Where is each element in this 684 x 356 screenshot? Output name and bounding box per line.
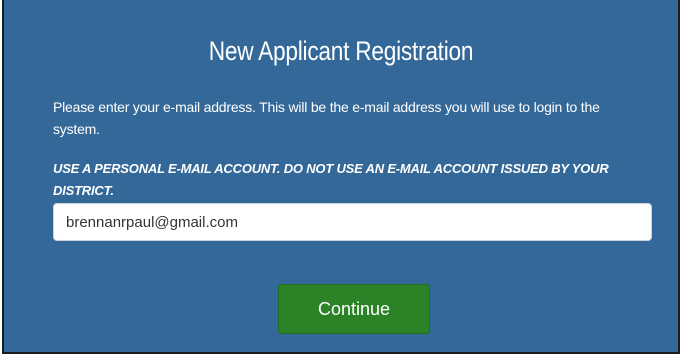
registration-panel: New Applicant Registration Please enter … [2,0,680,354]
personal-email-warning: USE A PERSONAL E-MAIL ACCOUNT. DO NOT US… [53,161,609,198]
continue-button[interactable]: Continue [278,284,430,334]
email-field[interactable] [53,203,652,241]
page-title: New Applicant Registration [208,36,474,66]
email-instructions: Please enter your e-mail address. This w… [53,99,600,137]
